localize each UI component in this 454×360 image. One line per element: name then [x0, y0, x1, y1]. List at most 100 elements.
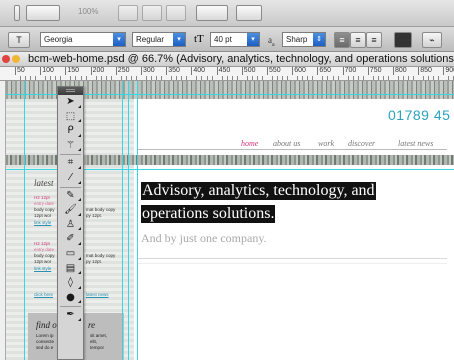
- ruler-minor-tick: [246, 76, 248, 80]
- ruler-minor-tick: [282, 76, 284, 80]
- lasso-tool-icon[interactable]: ᑭ: [58, 124, 83, 139]
- warp-text-icon[interactable]: ⌁: [422, 32, 442, 48]
- vertical-guide[interactable]: [128, 81, 129, 360]
- flyout-indicator-icon: [78, 198, 81, 202]
- phone-number: 01789 45: [388, 107, 451, 123]
- font-size-select[interactable]: 40 pt ▾: [210, 32, 260, 47]
- ruler-minor-tick: [382, 76, 384, 80]
- ruler-minor-tick: [387, 76, 389, 80]
- ruler-minor-tick: [347, 76, 349, 80]
- ruler-minor-tick: [307, 76, 309, 80]
- ruler-minor-tick: [35, 76, 37, 80]
- move-tool-icon[interactable]: ➤: [58, 95, 83, 110]
- sidebar-item-link[interactable]: link style: [34, 266, 51, 271]
- document-title: bcm-web-home.psd @ 66.7% (Advisory, anal…: [28, 53, 454, 65]
- latest-news-link[interactable]: latest news: [86, 292, 109, 297]
- text-color-swatch[interactable]: [394, 32, 412, 48]
- flyout-indicator-icon: [78, 256, 81, 260]
- screen-mode-menu-button[interactable]: [236, 5, 262, 21]
- ruler-minor-tick: [161, 76, 163, 80]
- ruler-minor-tick: [45, 76, 47, 80]
- rotate-view-button[interactable]: [166, 5, 186, 21]
- ruler-minor-tick: [236, 76, 238, 80]
- eyedropper-tool-icon[interactable]: ⁄: [58, 171, 83, 186]
- ruler-label: 250: [115, 67, 130, 75]
- ruler-minor-tick: [95, 76, 97, 80]
- zoom-tool-button[interactable]: [142, 5, 162, 21]
- headline-line-1[interactable]: Advisory, analytics, technology, and: [141, 182, 376, 200]
- ruler-minor-tick: [55, 76, 57, 80]
- sidebar-item-link[interactable]: link style: [34, 220, 51, 225]
- gradient-tool-icon[interactable]: ▤: [58, 262, 83, 277]
- nav-item-about-us[interactable]: about us: [273, 139, 300, 148]
- ruler-minor-tick: [261, 76, 263, 80]
- align-left-icon[interactable]: ≡: [334, 32, 350, 48]
- flyout-indicator-icon: [78, 285, 81, 289]
- flyout-indicator-icon: [78, 227, 81, 231]
- app-menu-button[interactable]: [14, 5, 20, 21]
- align-center-icon[interactable]: ≡: [350, 32, 366, 48]
- sidebar-item-heading: H2 12pt: [34, 241, 50, 246]
- screen-mode-button[interactable]: [26, 5, 60, 21]
- hand-tool-button[interactable]: [118, 5, 138, 21]
- history-brush-tool-icon[interactable]: ✐: [58, 232, 83, 247]
- brush-tool-icon[interactable]: 🖌: [58, 203, 83, 218]
- ruler-minor-tick: [362, 76, 364, 80]
- nav-item-home[interactable]: home: [241, 139, 258, 148]
- ruler-label: 850: [418, 67, 432, 75]
- font-family-value: Georgia: [44, 35, 73, 44]
- document-tab[interactable]: bcm-web-home.psd @ 66.7% (Advisory, anal…: [0, 52, 454, 67]
- vertical-guide[interactable]: [24, 81, 25, 360]
- headline-subtitle: And by just one company.: [141, 231, 267, 245]
- magic-wand-tool-icon[interactable]: ⚚: [58, 139, 83, 154]
- blur-tool-icon[interactable]: ◊: [58, 276, 83, 291]
- vertical-guide[interactable]: [137, 81, 138, 360]
- ruler-minor-tick: [312, 76, 314, 80]
- nav-item-work[interactable]: work: [318, 139, 334, 148]
- nav-item-discover[interactable]: discover: [348, 139, 375, 148]
- text-tool-preset-icon[interactable]: T: [8, 32, 30, 48]
- ruler-label: 750: [367, 67, 382, 75]
- vertical-guide[interactable]: [122, 81, 123, 360]
- ruler-minor-tick: [226, 76, 228, 80]
- ruler-minor-tick: [120, 76, 122, 80]
- flyout-indicator-icon: [78, 300, 81, 304]
- zoom-level[interactable]: 100%: [78, 7, 98, 16]
- ruler-minor-tick: [60, 76, 62, 80]
- find-panel-text: sed do e: [36, 345, 54, 350]
- horizontal-ruler[interactable]: 50 100 150 200 250 300 350 400 450 500 550 600 650 70…: [0, 67, 454, 81]
- ruler-label: 550: [267, 67, 281, 75]
- chevron-down-icon: ▾: [247, 33, 259, 46]
- ruler-minor-tick: [357, 76, 359, 80]
- ruler-minor-tick: [201, 76, 203, 80]
- find-panel-text: tempor: [90, 345, 105, 350]
- minimize-document-icon[interactable]: [12, 55, 20, 63]
- ruler-minor-tick: [438, 76, 440, 80]
- ruler-minor-tick: [80, 76, 82, 80]
- eraser-tool-icon[interactable]: ▭: [58, 247, 83, 262]
- pen-tool-icon[interactable]: ✒: [58, 308, 83, 323]
- tools-panel-header[interactable]: [58, 87, 83, 95]
- arrange-documents-button[interactable]: [196, 5, 228, 21]
- font-family-select[interactable]: Georgia ▾: [40, 32, 126, 47]
- dodge-tool-icon[interactable]: ●: [58, 291, 83, 306]
- nav-item-latest-news[interactable]: latest news: [398, 139, 433, 148]
- antialias-select[interactable]: Sharp ⇕: [282, 32, 326, 47]
- healing-brush-tool-icon[interactable]: ✎: [58, 189, 83, 204]
- align-right-icon[interactable]: ≡: [366, 32, 382, 48]
- flyout-indicator-icon: [78, 180, 81, 184]
- marquee-tool-icon[interactable]: ⬚: [58, 110, 83, 125]
- close-document-icon[interactable]: [2, 55, 10, 63]
- flyout-indicator-icon: [78, 317, 81, 321]
- clone-stamp-tool-icon[interactable]: ♙: [58, 218, 83, 233]
- font-style-select[interactable]: Regular ▾: [132, 32, 186, 47]
- ruler-minor-tick: [272, 76, 274, 80]
- ruler-label: 200: [90, 67, 105, 75]
- crop-tool-icon[interactable]: ⌗: [58, 156, 83, 171]
- headline-line-2[interactable]: operations solutions.: [141, 205, 276, 223]
- click-here-link[interactable]: click here: [34, 292, 53, 297]
- sidebar-item-date: entry date: [34, 201, 55, 206]
- ruler-minor-tick: [277, 76, 279, 80]
- ruler-minor-tick: [297, 76, 299, 80]
- application-bar: 100%: [0, 0, 454, 27]
